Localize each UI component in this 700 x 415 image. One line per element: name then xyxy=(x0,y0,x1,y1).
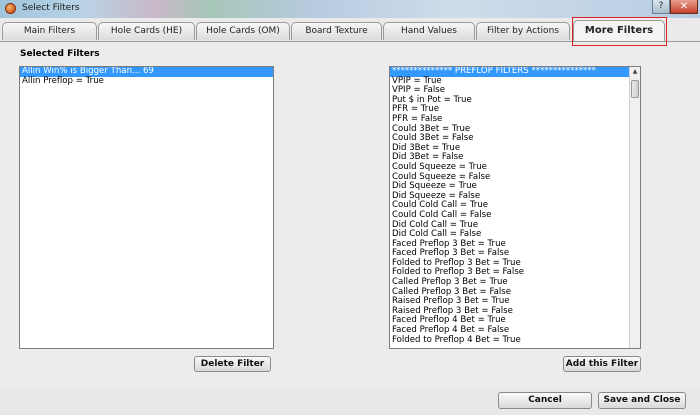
close-button[interactable]: ✕ xyxy=(670,0,698,14)
selected-filters-list[interactable]: Allin Win% is Bigger Than... 69 Allin Pr… xyxy=(19,66,274,349)
scroll-up-arrow-icon[interactable]: ▲ xyxy=(630,67,640,77)
available-filters-list[interactable]: ************** PREFLOP FILTERS *********… xyxy=(389,66,641,349)
tab-content-panel: Selected Filters Allin Win% is Bigger Th… xyxy=(0,41,700,388)
title-bar[interactable]: Select Filters ? ✕ xyxy=(0,0,700,18)
annotation-highlight-box xyxy=(572,17,667,46)
tab-hole-cards-he[interactable]: Hole Cards (HE) xyxy=(98,22,195,40)
list-item[interactable]: Folded to Preflop 4 Bet = True xyxy=(390,335,630,346)
window-title: Select Filters xyxy=(22,3,80,13)
help-button[interactable]: ? xyxy=(652,0,670,14)
tab-board-texture[interactable]: Board Texture xyxy=(291,22,382,40)
cancel-button[interactable]: Cancel xyxy=(498,392,592,409)
tab-hole-cards-om[interactable]: Hole Cards (OM) xyxy=(196,22,290,40)
tab-main-filters[interactable]: Main Filters xyxy=(2,22,97,40)
list-item[interactable]: Allin Preflop = True xyxy=(20,76,273,87)
tab-hand-values[interactable]: Hand Values xyxy=(383,22,475,40)
add-filter-button[interactable]: Add this Filter xyxy=(563,356,641,372)
tab-filter-by-actions[interactable]: Filter by Actions xyxy=(476,22,570,40)
dialog-footer: Cancel Save and Close xyxy=(0,388,700,415)
vertical-scrollbar[interactable]: ▲ xyxy=(629,67,640,348)
save-and-close-button[interactable]: Save and Close xyxy=(598,392,686,409)
selected-filters-label: Selected Filters xyxy=(20,49,100,59)
scrollbar-thumb[interactable] xyxy=(631,80,639,98)
delete-filter-button[interactable]: Delete Filter xyxy=(194,356,271,372)
app-icon xyxy=(5,3,16,14)
select-filters-window: Select Filters ? ✕ Main Filters Hole Car… xyxy=(0,0,700,415)
